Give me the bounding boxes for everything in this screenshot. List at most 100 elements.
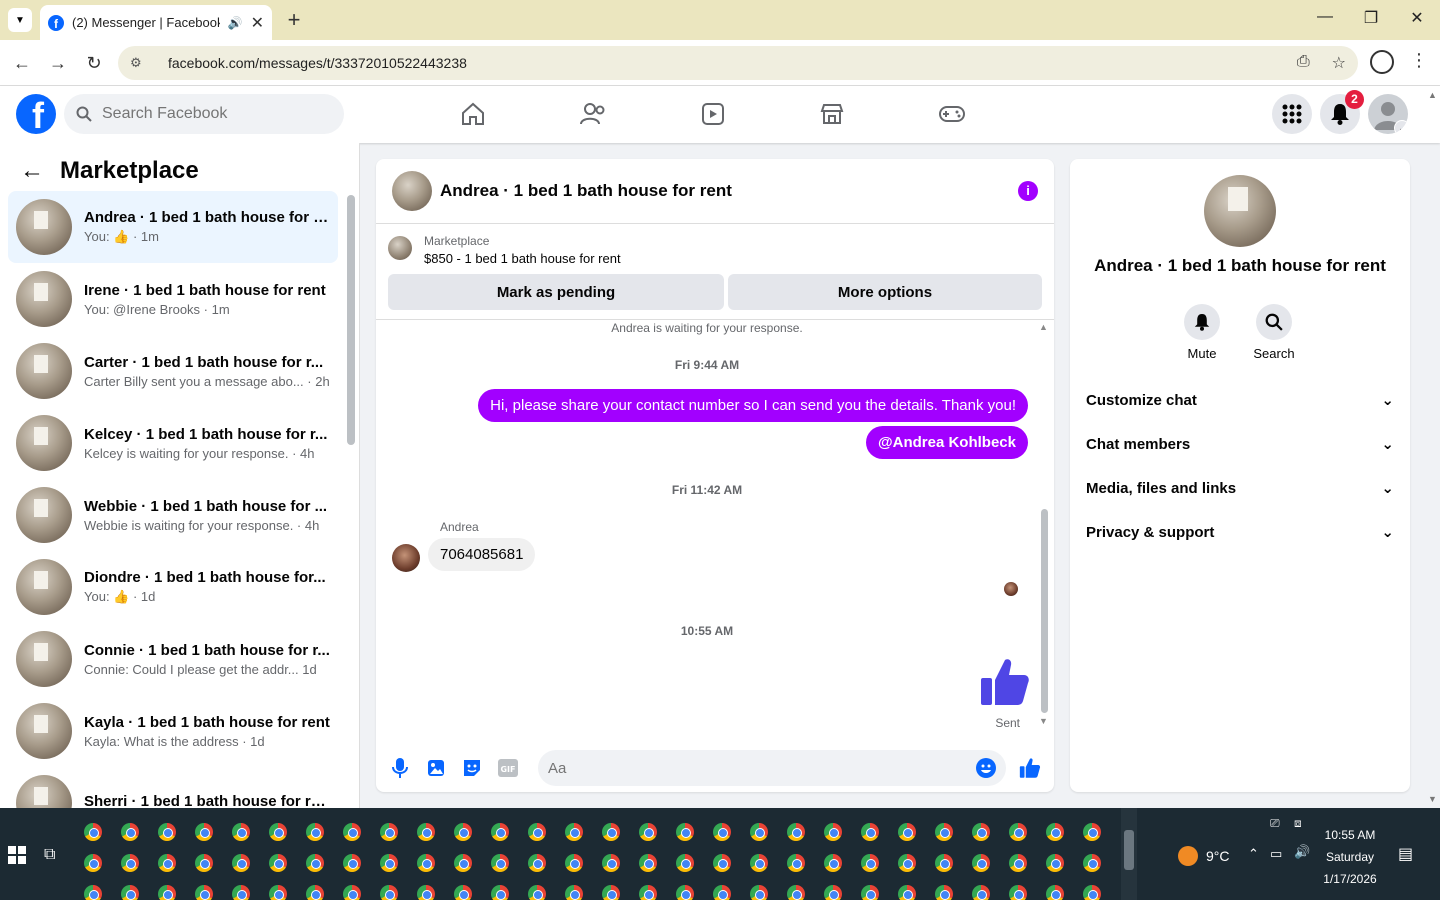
install-app-icon[interactable]: ⎙	[1297, 53, 1310, 73]
chat-avatar[interactable]	[392, 171, 432, 211]
conversation-item[interactable]: Sherri · 1 bed 1 bath house for re...	[8, 767, 338, 808]
mute-button[interactable]: Mute	[1172, 304, 1232, 361]
chrome-taskbar-icon[interactable]	[380, 885, 398, 900]
chrome-taskbar-icon[interactable]	[195, 823, 213, 841]
chrome-taskbar-icon[interactable]	[1009, 885, 1027, 900]
chrome-taskbar-icon[interactable]	[195, 885, 213, 900]
home-nav-icon[interactable]	[457, 100, 489, 128]
chat-scrollbar[interactable]	[1041, 509, 1048, 713]
conversation-item[interactable]: Diondre · 1 bed 1 bath house for... You: …	[8, 551, 338, 623]
chrome-taskbar-icon[interactable]	[528, 885, 546, 900]
facebook-search-input[interactable]	[102, 105, 322, 123]
chrome-taskbar-icon[interactable]	[232, 885, 250, 900]
bookmark-star-icon[interactable]: ☆	[1332, 53, 1346, 73]
restore-icon[interactable]: ❐	[1356, 8, 1386, 28]
chrome-taskbar-icon[interactable]	[639, 885, 657, 900]
chrome-taskbar-icon[interactable]	[158, 854, 176, 872]
microphone-icon[interactable]	[388, 756, 412, 780]
chrome-taskbar-icon[interactable]	[454, 854, 472, 872]
chrome-taskbar-icon[interactable]	[713, 885, 731, 900]
close-tab-icon[interactable]: ✕	[251, 13, 264, 33]
chrome-taskbar-icon[interactable]	[565, 885, 583, 900]
chrome-taskbar-icon[interactable]	[158, 885, 176, 900]
chrome-taskbar-icon[interactable]	[195, 854, 213, 872]
address-bar[interactable]: ⚙ facebook.com/messages/t/33372010522443…	[118, 46, 1358, 80]
menu-grid-button[interactable]	[1272, 94, 1312, 134]
chrome-taskbar-icon[interactable]	[269, 885, 287, 900]
chrome-taskbar-icon[interactable]	[565, 823, 583, 841]
chrome-taskbar-icon[interactable]	[972, 823, 990, 841]
emoji-icon[interactable]	[976, 758, 996, 778]
chrome-taskbar-icon[interactable]	[1083, 823, 1101, 841]
taskbar-scrollbar[interactable]	[1121, 808, 1137, 900]
privacy-support-section[interactable]: Privacy & support ⌄	[1086, 510, 1394, 554]
chrome-taskbar-icon[interactable]	[639, 823, 657, 841]
chrome-taskbar-icon[interactable]	[1009, 823, 1027, 841]
chrome-taskbar-icon[interactable]	[528, 854, 546, 872]
page-scroll-down-icon[interactable]: ▼	[1428, 794, 1437, 804]
facebook-search[interactable]	[64, 94, 344, 134]
task-view-icon[interactable]: ⧉	[44, 846, 55, 864]
tab-search-dropdown[interactable]: ▼	[8, 8, 32, 32]
chrome-taskbar-icon[interactable]	[676, 823, 694, 841]
friends-nav-icon[interactable]	[577, 100, 609, 128]
chrome-taskbar-icon[interactable]	[861, 823, 879, 841]
photo-icon[interactable]	[424, 756, 448, 780]
outgoing-message[interactable]: Hi, please share your contact number so …	[478, 389, 1028, 422]
chrome-taskbar-icon[interactable]	[121, 854, 139, 872]
message-input[interactable]	[548, 759, 976, 777]
chrome-taskbar-icon[interactable]	[935, 885, 953, 900]
customize-chat-section[interactable]: Customize chat ⌄	[1086, 378, 1394, 422]
outgoing-message-mention[interactable]: @Andrea Kohlbeck	[866, 426, 1028, 459]
chrome-taskbar-icon[interactable]	[935, 823, 953, 841]
tray-overflow-icon[interactable]: ⌃	[1248, 846, 1259, 862]
chrome-taskbar-icon[interactable]	[1083, 885, 1101, 900]
chrome-taskbar-icon[interactable]	[639, 854, 657, 872]
chrome-taskbar-icon[interactable]	[898, 823, 916, 841]
forward-icon[interactable]: →	[46, 51, 70, 75]
reload-icon[interactable]: ↻	[82, 51, 106, 75]
chrome-taskbar-icon[interactable]	[1046, 885, 1064, 900]
conversation-item[interactable]: Connie · 1 bed 1 bath house for r... Conn…	[8, 623, 338, 695]
chrome-taskbar-icon[interactable]	[491, 823, 509, 841]
chrome-taskbar-icon[interactable]	[565, 854, 583, 872]
chrome-taskbar-icon[interactable]	[343, 885, 361, 900]
more-options-button[interactable]: More options	[728, 274, 1042, 310]
chrome-taskbar-icon[interactable]	[343, 823, 361, 841]
chat-members-section[interactable]: Chat members ⌄	[1086, 422, 1394, 466]
chrome-taskbar-icon[interactable]	[306, 854, 324, 872]
network-icon[interactable]: ▭	[1270, 846, 1282, 862]
conversation-item[interactable]: Kelcey · 1 bed 1 bath house for r... Kelc…	[8, 407, 338, 479]
notifications-button[interactable]: 2	[1320, 90, 1364, 134]
search-chat-button[interactable]: Search	[1244, 304, 1304, 361]
chrome-taskbar-icon[interactable]	[417, 823, 435, 841]
chrome-taskbar-icon[interactable]	[380, 823, 398, 841]
notification-center-icon[interactable]: ▤	[1398, 844, 1413, 864]
chrome-taskbar-icon[interactable]	[1009, 854, 1027, 872]
chrome-taskbar-icon[interactable]	[787, 823, 805, 841]
conversation-item[interactable]: Andrea · 1 bed 1 bath house for r... You:…	[8, 191, 338, 263]
chrome-taskbar-icon[interactable]	[750, 854, 768, 872]
conversation-item[interactable]: Kayla · 1 bed 1 bath house for rent Kayla…	[8, 695, 338, 767]
scroll-down-arrow-icon[interactable]: ▼	[1039, 716, 1048, 726]
incoming-message[interactable]: 7064085681	[428, 538, 536, 571]
chrome-taskbar-icon[interactable]	[713, 823, 731, 841]
clock[interactable]: 10:55 AM Saturday 1/17/2026	[1320, 824, 1380, 890]
chrome-taskbar-icon[interactable]	[528, 823, 546, 841]
weather-widget[interactable]: 9°C	[1178, 846, 1230, 866]
screen-share-icon[interactable]: ⧈	[1294, 816, 1302, 831]
chrome-taskbar-icon[interactable]	[491, 854, 509, 872]
chrome-taskbar-icon[interactable]	[454, 885, 472, 900]
close-window-icon[interactable]: ✕	[1402, 8, 1432, 28]
chrome-taskbar-icon[interactable]	[935, 854, 953, 872]
back-icon[interactable]: ←	[10, 51, 34, 75]
facebook-logo-icon[interactable]: f	[16, 94, 56, 134]
chrome-taskbar-icon[interactable]	[306, 885, 324, 900]
chrome-taskbar-icon[interactable]	[84, 823, 102, 841]
minimize-icon[interactable]: —	[1310, 8, 1340, 26]
chrome-taskbar-icon[interactable]	[972, 854, 990, 872]
gif-icon[interactable]: GIF	[496, 756, 520, 780]
chrome-taskbar-icon[interactable]	[306, 823, 324, 841]
mark-as-pending-button[interactable]: Mark as pending	[388, 274, 724, 310]
browser-profile-icon[interactable]	[1370, 50, 1394, 74]
